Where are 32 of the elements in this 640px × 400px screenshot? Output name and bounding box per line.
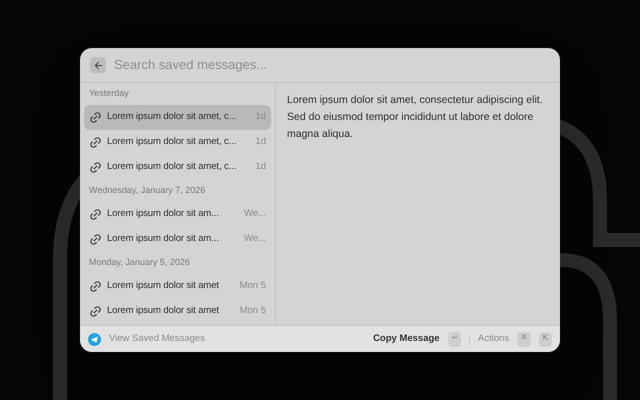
message-time: We... bbox=[244, 207, 266, 222]
paper-plane-icon bbox=[88, 332, 101, 346]
shortcut-key: K bbox=[538, 332, 552, 346]
message-time: We... bbox=[244, 232, 266, 246]
back-button[interactable] bbox=[90, 57, 106, 73]
message-time: Mon 5 bbox=[240, 279, 266, 294]
message-text: Lorem ipsum dolor sit amet, consectetur adipiscing elit. Sed do eiusmod tempor incididunt ut labore et dolore magna aliqua. bbox=[287, 93, 544, 142]
section-header: Wednesday, January 7, 2026 bbox=[88, 184, 206, 198]
message-preview: Lorem ipsum dolor sit amet, c... bbox=[107, 110, 238, 124]
section-header: Monday, January 5, 2026 bbox=[88, 256, 191, 270]
message-list-item[interactable]: Lorem ipsum dolor sit amet Mon 5 bbox=[84, 274, 271, 299]
message-list-item[interactable]: Lorem ipsum dolor sit amet, c... 1d bbox=[84, 155, 271, 180]
shortcut-key: ⌘ bbox=[517, 332, 531, 346]
search-field[interactable]: Search saved messages... bbox=[114, 55, 550, 75]
message-list-item[interactable]: Lorem ipsum dolor sit amet, c... 1d bbox=[84, 130, 271, 155]
message-list-item[interactable]: Lorem ipsum dolor sit am... We... bbox=[84, 202, 271, 227]
message-preview: Lorem ipsum dolor sit am... bbox=[107, 232, 220, 246]
section-header: Yesterday bbox=[88, 87, 130, 100]
message-preview: Lorem ipsum dolor sit amet bbox=[107, 304, 220, 318]
message-preview: Lorem ipsum dolor sit am... bbox=[107, 207, 220, 222]
back-arrow-icon bbox=[92, 60, 104, 70]
footer-title: View Saved Messages bbox=[109, 332, 206, 346]
message-time: Mon 5 bbox=[240, 304, 266, 318]
message-time: 1d bbox=[255, 135, 266, 150]
return-key: ↩ bbox=[448, 332, 462, 346]
message-list-item[interactable]: Lorem ipsum dolor sit amet Mon 5 bbox=[84, 299, 271, 324]
copy-message-button[interactable]: Copy Message bbox=[373, 332, 440, 346]
message-time: 1d bbox=[255, 160, 266, 174]
message-preview: Lorem ipsum dolor sit amet, c... bbox=[107, 160, 238, 174]
message-list-item[interactable]: Lorem ipsum dolor sit am... We... bbox=[84, 227, 271, 252]
message-preview: Lorem ipsum dolor sit amet, c... bbox=[107, 135, 238, 150]
message-preview: Lorem ipsum dolor sit amet bbox=[107, 279, 220, 294]
